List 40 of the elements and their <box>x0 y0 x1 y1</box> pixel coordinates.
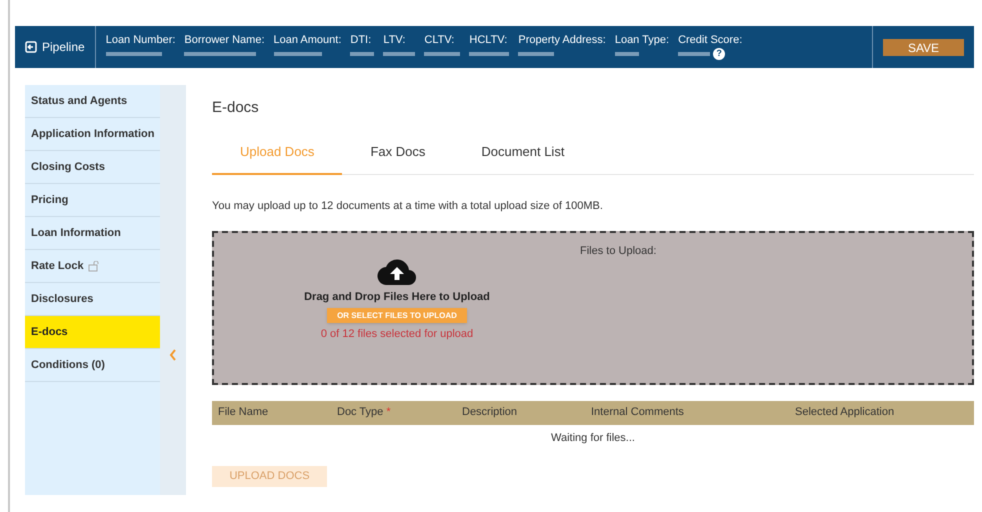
exit-icon <box>25 41 37 53</box>
field-label: Loan Amount: <box>274 34 342 46</box>
drag-drop-text: Drag and Drop Files Here to Upload <box>304 290 490 304</box>
sidebar-item[interactable]: E-docs <box>25 316 160 349</box>
files-to-upload-label: Files to Upload: <box>580 244 656 258</box>
field-label: Loan Type: <box>614 34 670 46</box>
empty-table-text: Waiting for files... <box>551 430 635 446</box>
field-label: LTV: <box>383 34 406 46</box>
save-button[interactable]: SAVE <box>883 38 964 56</box>
redacted-value <box>106 52 162 56</box>
redacted-value <box>424 52 460 56</box>
field-label: Loan Number: <box>106 34 176 46</box>
field-label: Borrower Name: <box>184 34 264 46</box>
field-label: CLTV: <box>424 34 456 46</box>
upload-limit-note: You may upload up to 12 documents at a time with a total upload size of 100MB. <box>212 199 604 214</box>
column-header: Selected Application <box>795 406 894 418</box>
redacted-value <box>383 52 416 56</box>
help-badge[interactable]: ? <box>713 48 726 60</box>
file-count-text: 0 of 12 files selected for upload <box>320 327 474 342</box>
field-label: DTI: <box>350 34 372 46</box>
field-label: Credit Score: <box>678 34 742 46</box>
cloud-upload-icon <box>377 258 417 286</box>
column-header: Description <box>462 406 518 418</box>
tab[interactable]: Document List <box>453 142 592 175</box>
drop-zone[interactable]: Files to Upload: Drag and Drop Files Here to Upload OR SELECT FILES TO UPLOAD 0 of 12 files selected for upload <box>212 230 974 384</box>
field-label: HCLTV: <box>469 34 508 46</box>
pipeline-button[interactable]: Pipeline <box>15 26 96 68</box>
tab[interactable]: Fax Docs <box>342 142 454 175</box>
redacted-value <box>350 52 374 56</box>
redacted-value <box>518 52 554 56</box>
redacted-value <box>274 52 322 56</box>
field-label: Property Address: <box>518 34 606 46</box>
redacted-value <box>469 52 510 56</box>
column-header: Internal Comments <box>591 406 684 418</box>
column-header: File Name <box>218 406 268 418</box>
redacted-value <box>614 52 639 56</box>
collapse-chevron-icon[interactable] <box>169 349 177 361</box>
page-title: E-docs <box>212 98 260 118</box>
redacted-value <box>678 52 710 56</box>
column-header: Doc Type * <box>337 406 391 418</box>
